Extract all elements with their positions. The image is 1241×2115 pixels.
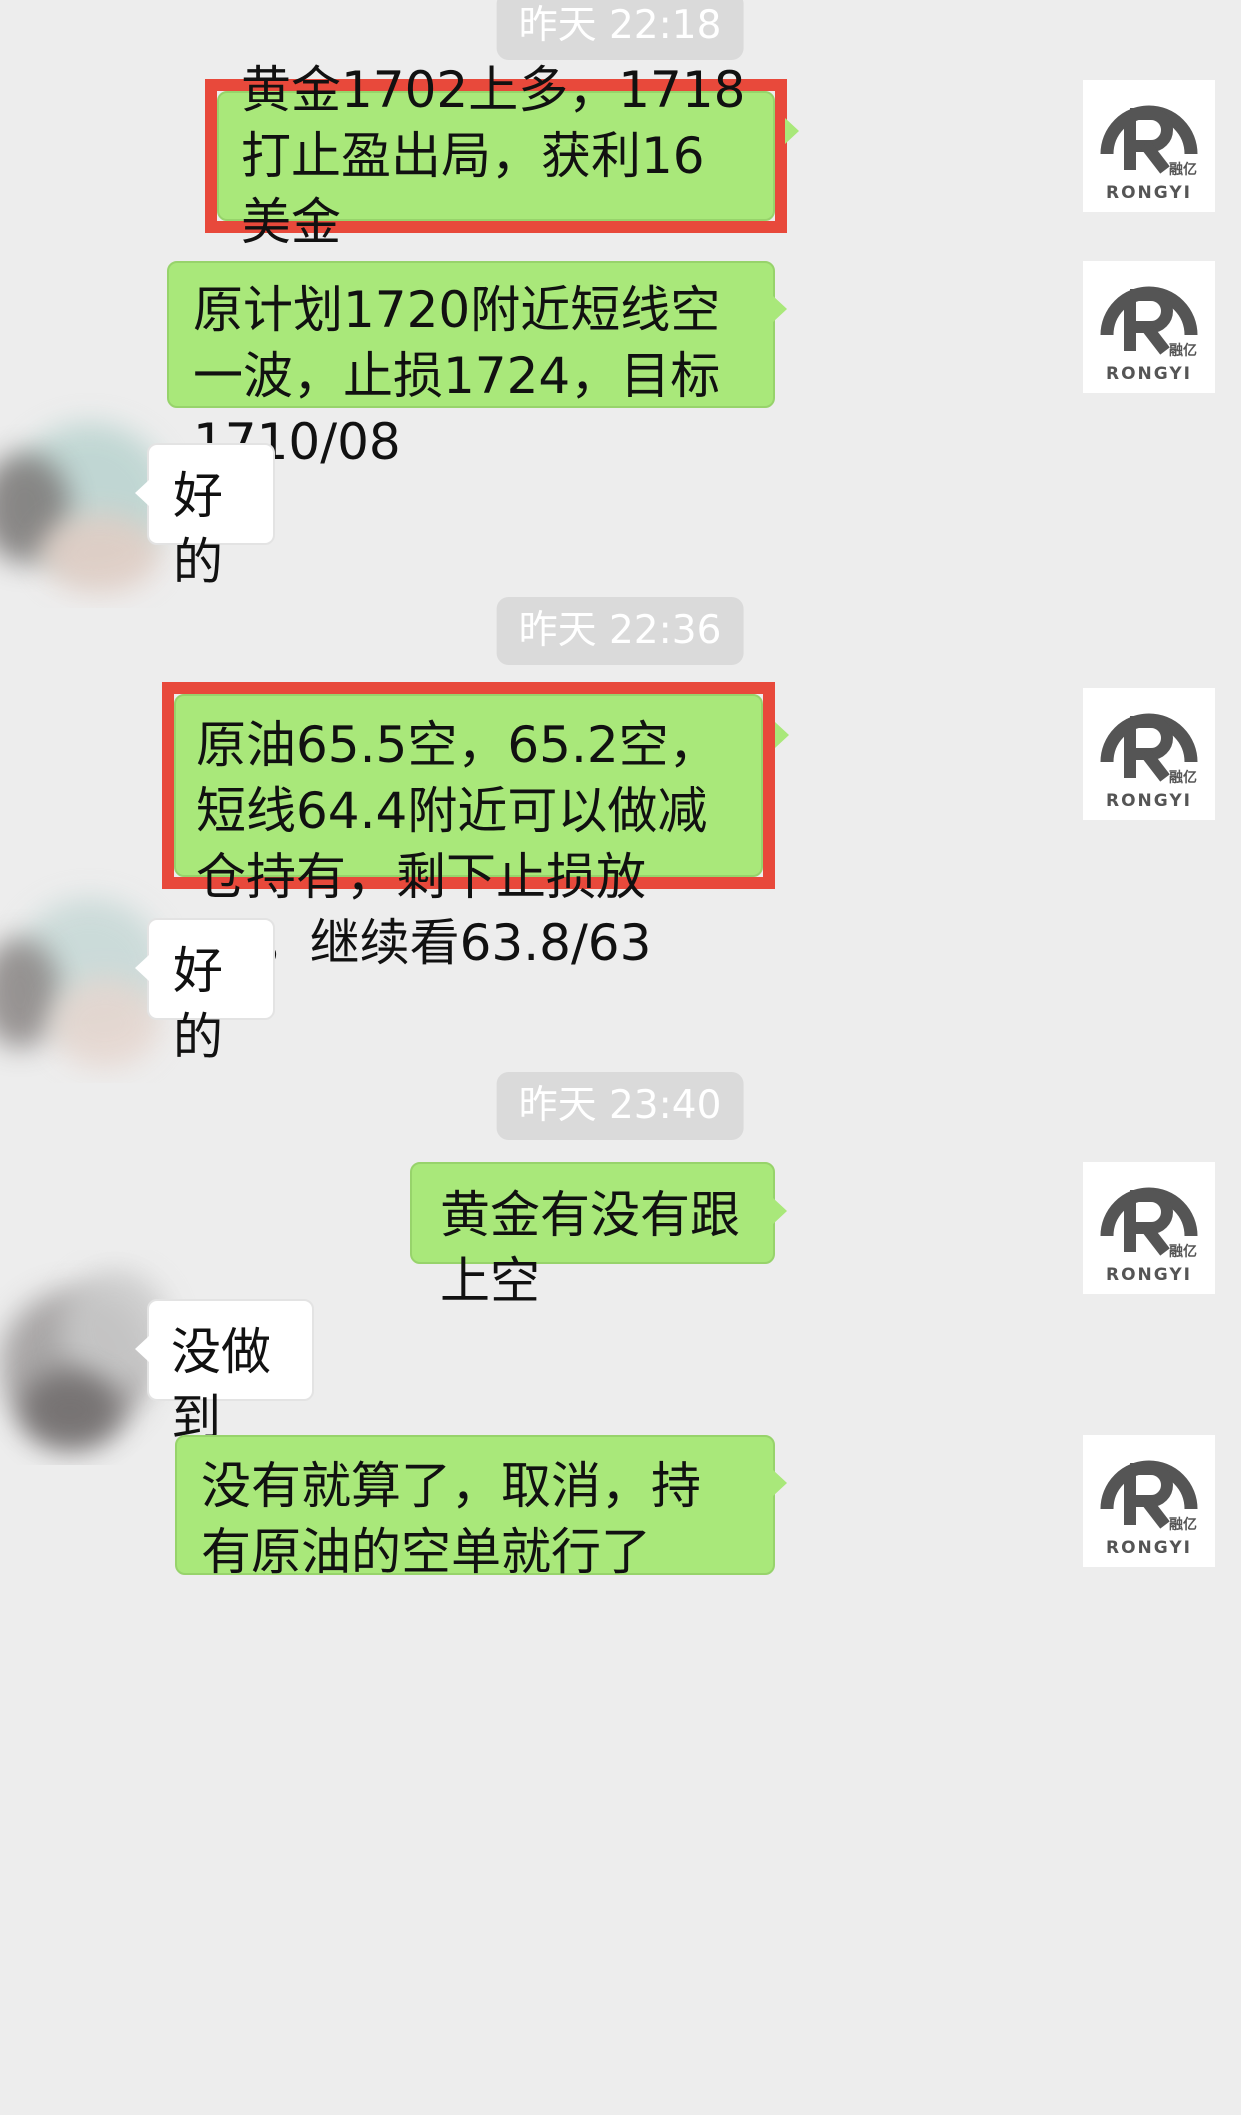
rongyi-logo-icon: 融亿 RONGYI	[1100, 286, 1198, 384]
svg-text:RONGYI: RONGYI	[1106, 1538, 1192, 1558]
message-bubble-outgoing[interactable]: 原油65.5空，65.2空，短线64.4附近可以做减仓持有，剩下止损放65，继续…	[174, 694, 763, 972]
svg-text:RONGYI: RONGYI	[1106, 364, 1192, 384]
svg-text:融亿: 融亿	[1169, 1243, 1197, 1260]
avatar[interactable]: 融亿 RONGYI	[1083, 1162, 1215, 1294]
message-text: 没做到	[171, 1323, 271, 1447]
avatar[interactable]: 融亿 RONGYI	[1083, 1435, 1215, 1567]
avatar[interactable]: 融亿 RONGYI	[1083, 80, 1215, 212]
svg-text:RONGYI: RONGYI	[1106, 1265, 1192, 1285]
rongyi-logo-icon: 融亿 RONGYI	[1100, 1460, 1198, 1558]
message-bubble-incoming[interactable]: 好的	[147, 443, 275, 591]
svg-text:融亿: 融亿	[1169, 342, 1197, 359]
message-bubble-incoming[interactable]: 好的	[147, 918, 275, 1066]
message-text: 没有就算了，取消，持有原油的空单就行了	[201, 1457, 701, 1581]
svg-text:融亿: 融亿	[1169, 161, 1197, 178]
message-text: 黄金1702上多，1718打止盈出局，获利16美金	[241, 61, 746, 251]
message-bubble-incoming[interactable]: 没做到	[147, 1299, 314, 1447]
bubble-tail	[773, 1470, 787, 1496]
svg-text:RONGYI: RONGYI	[1106, 791, 1192, 811]
avatar[interactable]: 融亿 RONGYI	[1083, 688, 1215, 820]
rongyi-logo-icon: 融亿 RONGYI	[1100, 105, 1198, 203]
timestamp: 昨天 22:18	[496, 0, 744, 60]
message-bubble-outgoing[interactable]: 黄金1702上多，1718打止盈出局，获利16美金	[217, 61, 775, 251]
bubble-tail	[135, 1336, 149, 1362]
avatar[interactable]: 融亿 RONGYI	[1083, 261, 1215, 393]
message-bubble-outgoing[interactable]: 黄金有没有跟上空	[410, 1162, 775, 1310]
svg-text:融亿: 融亿	[1169, 769, 1197, 786]
rongyi-logo-icon: 融亿 RONGYI	[1100, 1187, 1198, 1285]
svg-text:融亿: 融亿	[1169, 1516, 1197, 1533]
message-text: 原计划1720附近短线空一波，止损1724，目标1710/08	[193, 281, 721, 471]
bubble-tail	[135, 955, 149, 981]
bubble-tail	[775, 722, 789, 748]
message-bubble-outgoing[interactable]: 原计划1720附近短线空一波，止损1724，目标1710/08	[167, 261, 775, 471]
timestamp: 昨天 22:36	[496, 597, 744, 665]
message-text: 黄金有没有跟上空	[440, 1186, 740, 1310]
message-text: 好的	[173, 467, 223, 591]
bubble-tail	[785, 118, 799, 144]
timestamp: 昨天 23:40	[496, 1072, 744, 1140]
svg-text:RONGYI: RONGYI	[1106, 183, 1192, 203]
rongyi-logo-icon: 融亿 RONGYI	[1100, 713, 1198, 811]
bubble-tail	[773, 296, 787, 322]
bubble-tail	[773, 1198, 787, 1224]
message-text: 好的	[173, 942, 223, 1066]
message-bubble-outgoing[interactable]: 没有就算了，取消，持有原油的空单就行了	[175, 1435, 775, 1581]
bubble-tail	[135, 480, 149, 506]
